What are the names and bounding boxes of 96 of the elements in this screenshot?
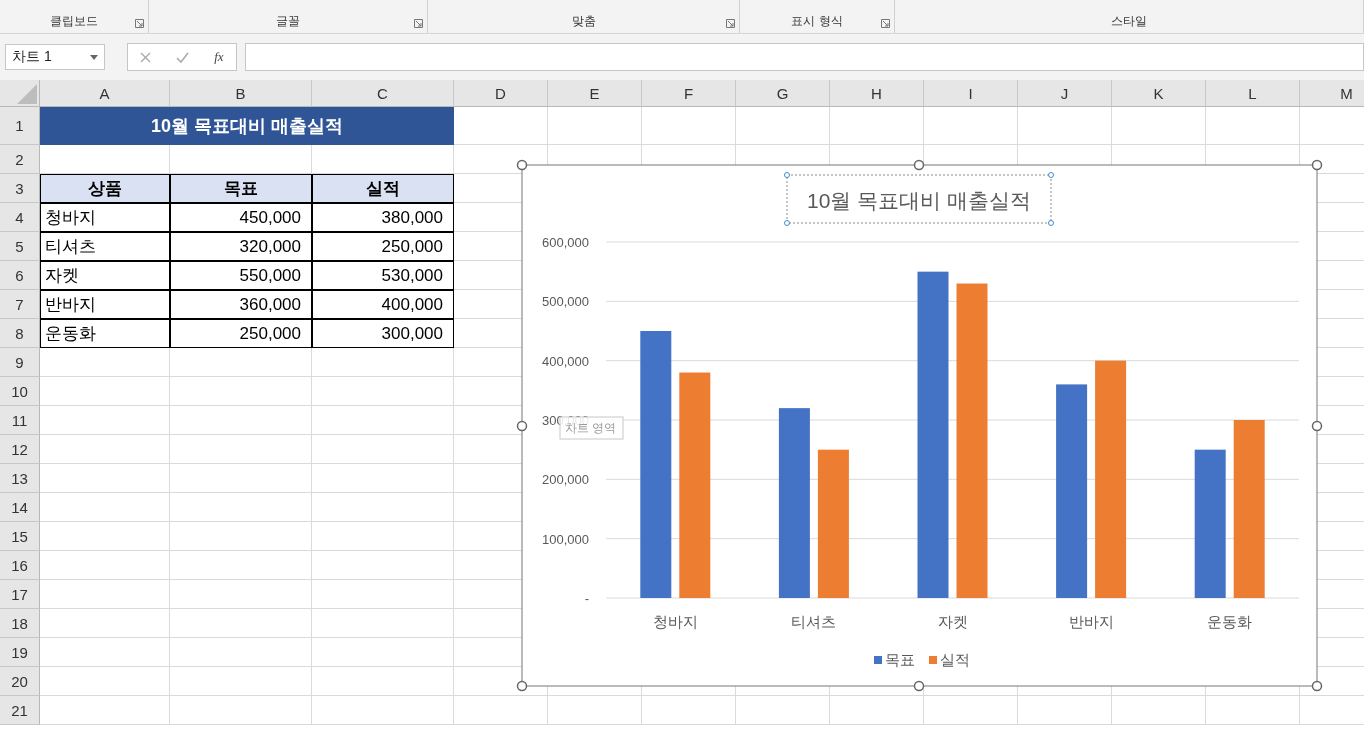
row-header[interactable]: 13 <box>0 464 40 493</box>
column-header[interactable]: L <box>1206 80 1300 107</box>
row-header[interactable]: 18 <box>0 609 40 638</box>
row-header[interactable]: 1 <box>0 107 40 145</box>
row-header[interactable]: 20 <box>0 667 40 696</box>
table-cell: 400,000 <box>312 290 454 319</box>
resize-handle[interactable] <box>516 680 528 692</box>
axis-tick-label: 200,000 <box>542 472 589 488</box>
resize-handle[interactable] <box>913 159 925 171</box>
row-header[interactable]: 9 <box>0 348 40 377</box>
row-header[interactable]: 2 <box>0 145 40 174</box>
resize-handle[interactable] <box>784 172 790 178</box>
row-header[interactable]: 17 <box>0 580 40 609</box>
resize-handle[interactable] <box>1048 172 1054 178</box>
cancel-icon[interactable] <box>140 51 152 63</box>
table-cell: 청바지 <box>40 203 170 232</box>
legend-label: 실적 <box>940 651 970 668</box>
resize-handle[interactable] <box>784 220 790 226</box>
table-cell: 530,000 <box>312 261 454 290</box>
group-label: 스타일 <box>1111 13 1147 30</box>
table-cell: 320,000 <box>170 232 312 261</box>
row-header[interactable]: 6 <box>0 261 40 290</box>
axis-tick-label: 100,000 <box>542 531 589 547</box>
column-header[interactable]: D <box>454 80 548 107</box>
column-header[interactable]: I <box>924 80 1018 107</box>
group-label: 표시 형식 <box>791 13 843 30</box>
table-cell: 360,000 <box>170 290 312 319</box>
launcher-icon[interactable] <box>881 19 890 28</box>
group-label: 맞춤 <box>571 13 596 30</box>
check-icon[interactable] <box>176 51 190 63</box>
row-header[interactable]: 10 <box>0 377 40 406</box>
axis-tick-label: 600,000 <box>542 235 589 250</box>
category-label: 청바지 <box>652 613 698 630</box>
group-label: 글꼴 <box>276 13 300 30</box>
table-cell: 250,000 <box>312 232 454 261</box>
column-header[interactable]: F <box>642 80 736 107</box>
axis-tick-label: - <box>584 591 589 606</box>
table-cell: 300,000 <box>312 319 454 348</box>
formula-field[interactable] <box>245 43 1364 71</box>
column-header[interactable]: H <box>830 80 924 107</box>
resize-handle[interactable] <box>1048 220 1054 226</box>
column-header[interactable]: A <box>40 80 170 107</box>
row-header[interactable]: 12 <box>0 435 40 464</box>
table-cell: 자켓 <box>40 261 170 290</box>
axis-tick-label: 400,000 <box>542 353 589 369</box>
row-header[interactable]: 19 <box>0 638 40 667</box>
launcher-icon[interactable] <box>414 19 423 28</box>
row-header[interactable]: 11 <box>0 406 40 435</box>
table-cell: 운동화 <box>40 319 170 348</box>
resize-handle[interactable] <box>913 680 925 692</box>
row-header[interactable]: 7 <box>0 290 40 319</box>
category-label: 운동화 <box>1207 613 1253 630</box>
row-header[interactable]: 8 <box>0 319 40 348</box>
launcher-icon[interactable] <box>726 19 735 28</box>
column-heading: 상품 <box>40 174 170 203</box>
category-label: 자켓 <box>937 613 968 630</box>
row-header[interactable]: 3 <box>0 174 40 203</box>
dropdown-icon[interactable] <box>90 54 98 60</box>
column-header[interactable]: K <box>1112 80 1206 107</box>
row-header[interactable]: 16 <box>0 551 40 580</box>
column-heading: 실적 <box>312 174 454 203</box>
resize-handle[interactable] <box>516 420 528 432</box>
group-label: 클립보드 <box>50 13 98 30</box>
resize-handle[interactable] <box>1311 680 1323 692</box>
column-heading: 목표 <box>170 174 312 203</box>
table-title: 10월 목표대비 매출실적 <box>40 107 454 145</box>
launcher-icon[interactable] <box>135 19 144 28</box>
column-header[interactable]: G <box>736 80 830 107</box>
column-header[interactable]: J <box>1018 80 1112 107</box>
category-label: 반바지 <box>1068 613 1114 630</box>
table-cell: 250,000 <box>170 319 312 348</box>
category-label: 티셔츠 <box>791 613 837 630</box>
row-header[interactable]: 14 <box>0 493 40 522</box>
name-box[interactable]: 차트 1 <box>5 44 105 70</box>
row-header[interactable]: 21 <box>0 696 40 725</box>
insert-function-button[interactable]: fx <box>214 49 224 65</box>
resize-handle[interactable] <box>1311 420 1323 432</box>
column-header[interactable]: M <box>1300 80 1364 107</box>
column-header[interactable]: C <box>312 80 454 107</box>
legend-item: 목표 <box>874 651 915 668</box>
row-header[interactable]: 15 <box>0 522 40 551</box>
legend-label: 목표 <box>885 651 915 668</box>
chart-title[interactable]: 10월 목표대비 매출실적 <box>786 174 1052 224</box>
column-header[interactable]: B <box>170 80 312 107</box>
table-cell: 550,000 <box>170 261 312 290</box>
table-cell: 반바지 <box>40 290 170 319</box>
table-cell: 티셔츠 <box>40 232 170 261</box>
row-header[interactable]: 5 <box>0 232 40 261</box>
row-header[interactable]: 4 <box>0 203 40 232</box>
table-cell: 380,000 <box>312 203 454 232</box>
table-cell: 450,000 <box>170 203 312 232</box>
resize-handle[interactable] <box>516 159 528 171</box>
resize-handle[interactable] <box>1311 159 1323 171</box>
legend-item: 실적 <box>929 651 970 668</box>
column-header[interactable]: E <box>548 80 642 107</box>
axis-tick-label: 500,000 <box>542 294 589 310</box>
